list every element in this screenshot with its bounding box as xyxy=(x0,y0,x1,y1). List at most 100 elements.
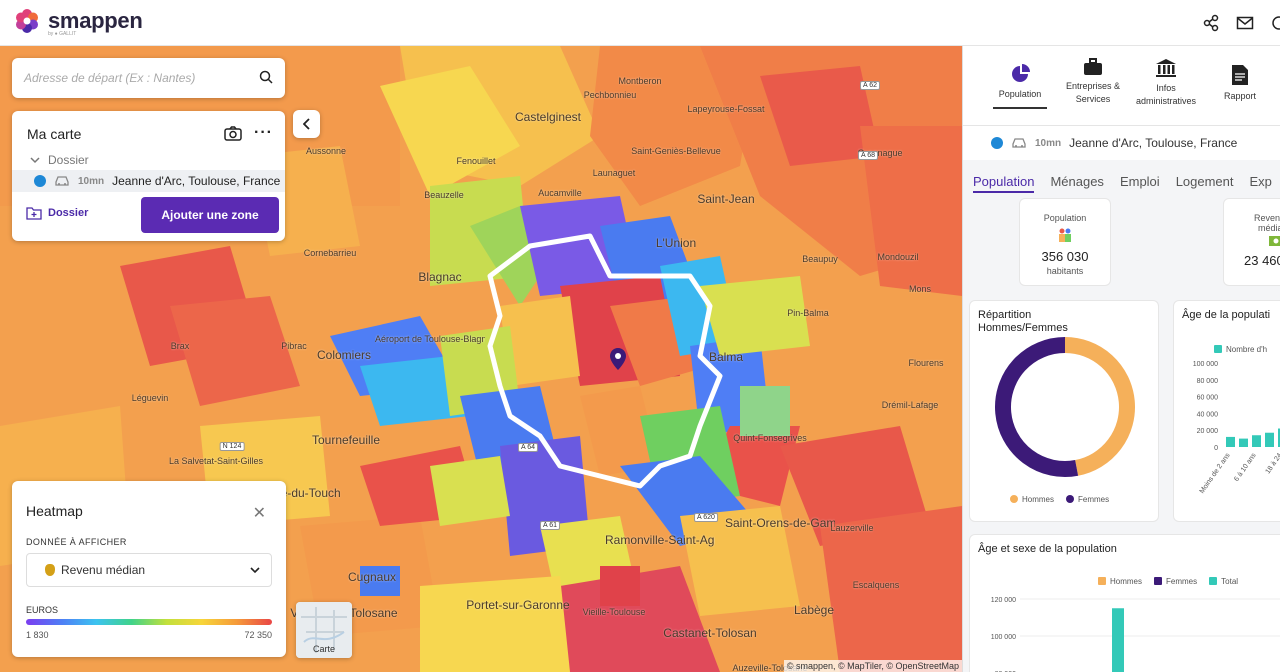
card-title: Âge et sexe de la population xyxy=(978,543,1117,555)
age-bar[interactable] xyxy=(1252,435,1261,447)
zone-row[interactable]: 10mn Jeanne d'Arc, Toulouse, France xyxy=(12,170,285,192)
search-icon[interactable] xyxy=(259,70,273,84)
donut-chart xyxy=(995,337,1135,477)
legend-total: Total xyxy=(1209,577,1238,586)
heatmap-data-select[interactable]: Revenu médian xyxy=(26,553,272,587)
map-layer-label: Carte xyxy=(312,644,335,654)
age-bar[interactable] xyxy=(1226,436,1235,447)
scale-min: 1 830 xyxy=(26,630,49,640)
y-tick-label: 60 000 xyxy=(1197,395,1219,402)
tab-rapport[interactable]: Rapport xyxy=(1213,64,1267,103)
unit-label: EUROS xyxy=(26,605,59,615)
map-layer-button[interactable]: Carte xyxy=(296,602,352,658)
y-tick-label: 100 000 xyxy=(1193,361,1218,368)
kpi-revenu-card: Revenu médian 23 460 xyxy=(1223,198,1280,286)
scale-max: 72 350 xyxy=(244,630,272,640)
sidebar-zone[interactable]: 10mn Jeanne d'Arc, Toulouse, France xyxy=(963,126,1280,160)
zone-address: Jeanne d'Arc, Toulouse, France xyxy=(1069,136,1238,150)
folder-label: Dossier xyxy=(48,153,89,167)
chevron-down-icon xyxy=(250,567,260,574)
kpi-population-card: Population 356 030 habitants xyxy=(1019,198,1111,286)
kpi-value: 356 030 xyxy=(1041,249,1089,264)
zone-color-dot xyxy=(991,137,1003,149)
x-tick-label: 6 à 10 ans xyxy=(1233,452,1258,483)
ma-carte-panel: Ma carte ··· Dossier 10mn Jeanne d'Arc, … xyxy=(12,111,285,241)
subnav-emploi[interactable]: Emploi xyxy=(1120,174,1160,193)
add-zone-button[interactable]: Ajouter une zone xyxy=(141,197,279,233)
donut-slice-femmes[interactable] xyxy=(995,337,1079,477)
stats-sidebar: Population Entreprises & Services Infos … xyxy=(962,46,1280,672)
age-sexe-legend: Hommes Femmes Total xyxy=(1098,577,1238,586)
tab-entreprises[interactable]: Entreprises & Services xyxy=(1061,58,1125,106)
subnav-logement[interactable]: Logement xyxy=(1176,174,1234,193)
account-icon[interactable] xyxy=(1270,14,1280,32)
chevron-down-icon[interactable] xyxy=(30,156,40,164)
logo[interactable]: smappen xyxy=(14,8,143,34)
sidebar-tabs: Population Entreprises & Services Infos … xyxy=(963,46,1280,126)
y-tick-label: 0 xyxy=(1214,445,1218,452)
legend-hommes: Hommes xyxy=(1098,577,1142,586)
brand-subtitle: by ● GALLIT xyxy=(48,31,77,37)
new-folder-label: Dossier xyxy=(48,207,89,219)
mail-icon[interactable] xyxy=(1236,14,1254,32)
data-label: DONNÉE À AFFICHER xyxy=(26,537,127,547)
camera-icon[interactable] xyxy=(224,125,242,141)
kpi-label: médian xyxy=(1258,223,1280,233)
address-search[interactable]: Adresse de départ (Ex : Nantes) xyxy=(12,58,285,98)
more-options-icon[interactable]: ··· xyxy=(254,124,273,142)
x-tick-label: 18 à 24 xyxy=(1265,452,1280,475)
kpi-label: Population xyxy=(1043,213,1087,223)
road-label: A 620 xyxy=(694,513,718,522)
road-label: A 68 xyxy=(857,151,879,160)
age-bar[interactable] xyxy=(1239,438,1248,447)
legend-femmes: Femmes xyxy=(1066,495,1109,504)
legend-femmes: Femmes xyxy=(1154,577,1197,586)
car-icon xyxy=(1012,138,1026,148)
zone-time: 10mn xyxy=(1035,137,1062,149)
road-label: A 64 xyxy=(517,443,539,452)
total-bar[interactable] xyxy=(1112,608,1124,672)
bank-icon xyxy=(1156,59,1176,77)
age-card: Âge de la populati Nombre d'h 100 000 80 … xyxy=(1173,300,1280,522)
subnav-exp[interactable]: Exp xyxy=(1250,174,1272,193)
pie-chart-icon xyxy=(1012,64,1030,82)
y-tick-label: 80 000 xyxy=(1197,378,1219,385)
subnav-menages[interactable]: Ménages xyxy=(1050,174,1103,193)
collapse-panel-button[interactable] xyxy=(293,110,320,138)
road-label: N 124 xyxy=(219,442,245,451)
banknote-icon xyxy=(1269,236,1280,246)
close-icon[interactable]: ✕ xyxy=(253,503,266,523)
y-tick-label: 120 000 xyxy=(991,597,1016,604)
color-scale xyxy=(26,619,272,625)
card-title: Âge de la populati xyxy=(1182,309,1271,321)
map-view[interactable]: Montberon Castelginest Pechbonnieu Lapeyrou… xyxy=(0,46,962,672)
road-label: A 61 xyxy=(539,521,561,530)
money-bag-icon xyxy=(45,564,55,576)
sidebar-subnav: Population Ménages Emploi Logement Exp xyxy=(973,174,1272,193)
selected-value: Revenu médian xyxy=(61,563,146,577)
donut-slice-hommes[interactable] xyxy=(1064,337,1135,476)
age-bar[interactable] xyxy=(1265,432,1274,447)
subnav-population[interactable]: Population xyxy=(973,174,1035,193)
flower-logo-icon xyxy=(16,9,38,33)
kpi-unit: habitants xyxy=(1046,266,1084,276)
map-attribution: © smappen, © MapTiler, © OpenStreetMap xyxy=(783,660,962,672)
age-bar-chart: 100 000 80 000 60 000 40 000 20 000 0Moins de… xyxy=(1193,361,1280,495)
new-folder-button[interactable]: Dossier xyxy=(26,206,88,220)
zone-color-dot[interactable] xyxy=(34,175,46,187)
heatmap-title: Heatmap xyxy=(26,503,83,519)
car-icon xyxy=(55,176,69,186)
tab-population[interactable]: Population xyxy=(993,64,1047,109)
road-label: A 62 xyxy=(859,81,881,90)
tab-label: Population xyxy=(998,89,1042,99)
folder-row[interactable]: Dossier xyxy=(30,153,89,167)
chevron-left-icon xyxy=(302,118,310,130)
tab-label: Entreprises & Services xyxy=(1065,81,1121,104)
age-sexe-bar-chart: 120 000100 00080 000 xyxy=(991,597,1280,672)
tab-infos[interactable]: Infos administratives xyxy=(1131,58,1201,108)
share-icon[interactable] xyxy=(1202,14,1220,32)
search-input[interactable]: Adresse de départ (Ex : Nantes) xyxy=(24,71,195,85)
people-icon xyxy=(1059,228,1071,242)
donut-legend: Hommes Femmes xyxy=(1010,495,1109,504)
briefcase-icon xyxy=(1084,58,1102,75)
